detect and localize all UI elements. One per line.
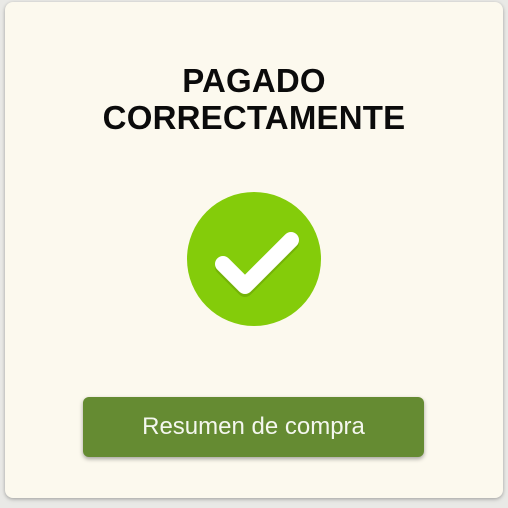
title-line-2: CORRECTAMENTE xyxy=(102,99,406,136)
checkmark-circle-icon xyxy=(187,192,321,326)
page-title: PAGADO CORRECTAMENTE xyxy=(5,62,503,136)
title-line-1: PAGADO xyxy=(182,62,326,99)
payment-success-card: PAGADO CORRECTAMENTE Resumen de compra xyxy=(5,2,503,498)
purchase-summary-button[interactable]: Resumen de compra xyxy=(83,397,424,457)
